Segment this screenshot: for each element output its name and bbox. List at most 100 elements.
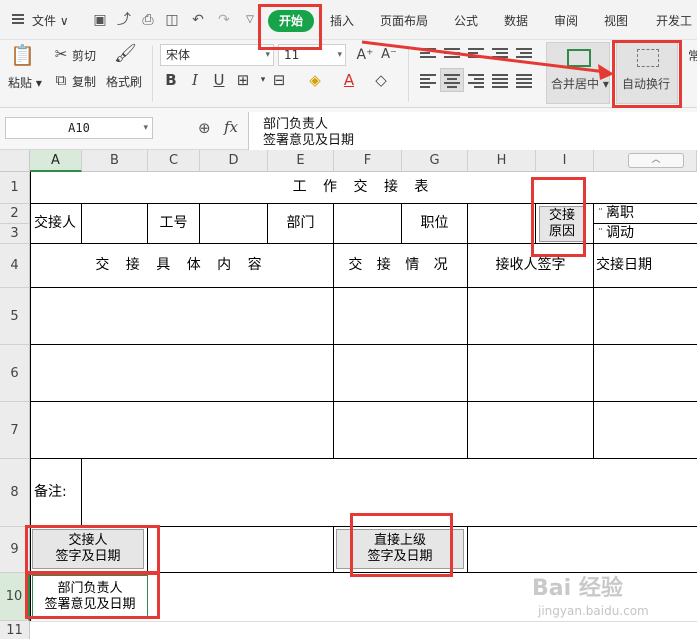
file-menu[interactable]: 文件 ∨ — [32, 12, 69, 29]
tab-review[interactable]: 审阅 — [554, 12, 578, 29]
row-header-7[interactable]: 7 — [0, 402, 30, 459]
reason-button[interactable]: 交接 原因 — [539, 206, 585, 242]
cell-position-value[interactable] — [468, 204, 536, 244]
cell-status-row5[interactable] — [334, 288, 468, 345]
cell-status-row6[interactable] — [334, 345, 468, 402]
cell-handover-sign-value[interactable] — [148, 527, 334, 573]
cell-content-row7[interactable] — [30, 402, 334, 459]
font-name-select[interactable]: 宋体 ▾ — [160, 44, 274, 66]
cell-content-row6[interactable] — [30, 345, 334, 402]
cell-status-header[interactable]: 交 接 情 况 — [334, 244, 468, 288]
format-painter-button[interactable]: 格式刷 — [106, 73, 142, 90]
export-icon[interactable]: ⤴ — [116, 12, 132, 28]
cell-position-label[interactable]: 职位 — [402, 204, 468, 244]
align-bottom-icon[interactable] — [468, 48, 484, 62]
column-header-d[interactable]: D — [200, 150, 268, 172]
copy-button[interactable]: 复制 — [72, 73, 96, 90]
cell-department-value[interactable] — [334, 204, 402, 244]
fill-color-icon[interactable]: ◈ — [306, 71, 324, 89]
wrap-text-button[interactable]: 自动换行 — [616, 42, 678, 104]
cell-content-row5[interactable] — [30, 288, 334, 345]
merge-cells-icon[interactable]: ⊟ — [270, 71, 288, 89]
hamburger-menu-icon[interactable] — [12, 14, 24, 24]
format-painter-icon[interactable]: 🖌 — [114, 45, 137, 63]
cell-employee-no-label[interactable]: 工号 — [148, 204, 200, 244]
row-header-8[interactable]: 8 — [0, 459, 30, 527]
row-header-2[interactable]: 2 — [0, 204, 30, 224]
row-header-1[interactable]: 1 — [0, 172, 30, 204]
column-header-c[interactable]: C — [148, 150, 200, 172]
print-preview-icon[interactable]: ◫ — [164, 12, 180, 28]
indent-increase-icon[interactable] — [516, 48, 532, 62]
cell-superior-sign[interactable]: 直接上级 签字及日期 — [334, 527, 468, 573]
superior-sign-button[interactable]: 直接上级 签字及日期 — [336, 529, 464, 569]
cell-receiver-row6[interactable] — [468, 345, 594, 402]
tab-data[interactable]: 数据 — [504, 12, 528, 29]
bold-icon[interactable]: B — [162, 71, 180, 89]
row-header-5[interactable]: 5 — [0, 288, 30, 345]
cell-handover-person-label[interactable]: 交接人 — [30, 204, 82, 244]
font-size-select[interactable]: 11 ▾ — [278, 44, 346, 66]
align-middle-icon[interactable] — [444, 48, 460, 62]
cell-remarks-label[interactable]: 备注: — [30, 459, 82, 527]
print-icon[interactable]: ⎙ — [140, 12, 156, 28]
copy-icon[interactable]: ⧉ — [52, 71, 70, 89]
font-grow-icon[interactable]: A⁺ — [356, 46, 374, 64]
column-header-a[interactable]: A — [30, 150, 82, 172]
cell-employee-no-value[interactable] — [200, 204, 268, 244]
select-all-corner[interactable] — [0, 150, 30, 172]
italic-icon[interactable]: I — [186, 71, 204, 89]
collapse-ribbon-icon[interactable]: ︿ — [628, 153, 684, 168]
formula-input[interactable]: 部门负责人 签署意见及日期 — [248, 112, 697, 150]
handover-sign-button[interactable]: 交接人 签字及日期 — [32, 529, 144, 569]
align-top-icon[interactable] — [420, 48, 436, 62]
scissors-icon[interactable]: ✂ — [52, 45, 70, 63]
align-right-icon[interactable] — [468, 74, 484, 88]
row-header-4[interactable]: 4 — [0, 244, 30, 288]
font-color-icon[interactable]: A — [340, 71, 358, 89]
column-header-g[interactable]: G — [402, 150, 468, 172]
cell-reason[interactable]: 交接 原因 — [536, 204, 594, 244]
eraser-icon[interactable]: ◇ — [372, 71, 390, 89]
row-header-6[interactable]: 6 — [0, 345, 30, 402]
cell-date-row6[interactable] — [594, 345, 697, 402]
quick-access-dropdown-icon[interactable]: ▽ — [242, 12, 258, 28]
cell-receiver-row5[interactable] — [468, 288, 594, 345]
cell-remarks-value[interactable] — [82, 459, 697, 527]
tab-formulas[interactable]: 公式 — [454, 12, 478, 29]
row-header-9[interactable]: 9 — [0, 527, 30, 573]
cell-handover-date-header[interactable]: 交接日期 — [594, 244, 697, 288]
column-header-b[interactable]: B — [82, 150, 148, 172]
paste-icon[interactable]: 📋 — [10, 45, 35, 70]
checkbox-icon[interactable]: ¨ — [598, 205, 603, 222]
justify-icon[interactable] — [492, 74, 508, 88]
cell-department-label[interactable]: 部门 — [268, 204, 334, 244]
dept-head-sign-cell-selected[interactable]: 部门负责人 签署意见及日期 — [32, 575, 148, 619]
save-icon[interactable]: ▣ — [92, 12, 108, 28]
cell-status-row7[interactable] — [334, 402, 468, 459]
cell-receiver-row7[interactable] — [468, 402, 594, 459]
cell-reason-option-resign[interactable]: ¨ 离职 — [594, 204, 697, 224]
column-header-i[interactable]: I — [536, 150, 594, 172]
checkbox-icon[interactable]: ¨ — [598, 225, 603, 242]
undo-icon[interactable]: ↶ — [190, 12, 206, 28]
redo-icon[interactable]: ↷ — [216, 12, 232, 28]
cell-content-header[interactable]: 交 接 具 体 内 容 — [30, 244, 334, 288]
tab-view[interactable]: 视图 — [604, 12, 628, 29]
font-shrink-icon[interactable]: A⁻ — [380, 46, 398, 64]
tab-developer[interactable]: 开发工 — [656, 12, 692, 29]
underline-icon[interactable]: U — [210, 71, 228, 89]
tab-insert[interactable]: 插入 — [330, 12, 354, 29]
column-header-h[interactable]: H — [468, 150, 536, 172]
row-header-10[interactable]: 10 — [0, 573, 30, 621]
merge-center-button[interactable]: 合并居中 ▾ — [546, 42, 610, 104]
row-header-11[interactable]: 11 — [0, 621, 30, 639]
column-header-e[interactable]: E — [268, 150, 334, 172]
cell-date-row5[interactable] — [594, 288, 697, 345]
cell-reason-option-transfer[interactable]: ¨ 调动 — [594, 224, 697, 244]
cell-superior-sign-value[interactable] — [468, 527, 697, 573]
zoom-icon[interactable]: ⊕ — [198, 119, 211, 137]
row-header-3[interactable]: 3 — [0, 224, 30, 244]
column-header-f[interactable]: F — [334, 150, 402, 172]
tab-home[interactable]: 开始 — [268, 10, 314, 32]
